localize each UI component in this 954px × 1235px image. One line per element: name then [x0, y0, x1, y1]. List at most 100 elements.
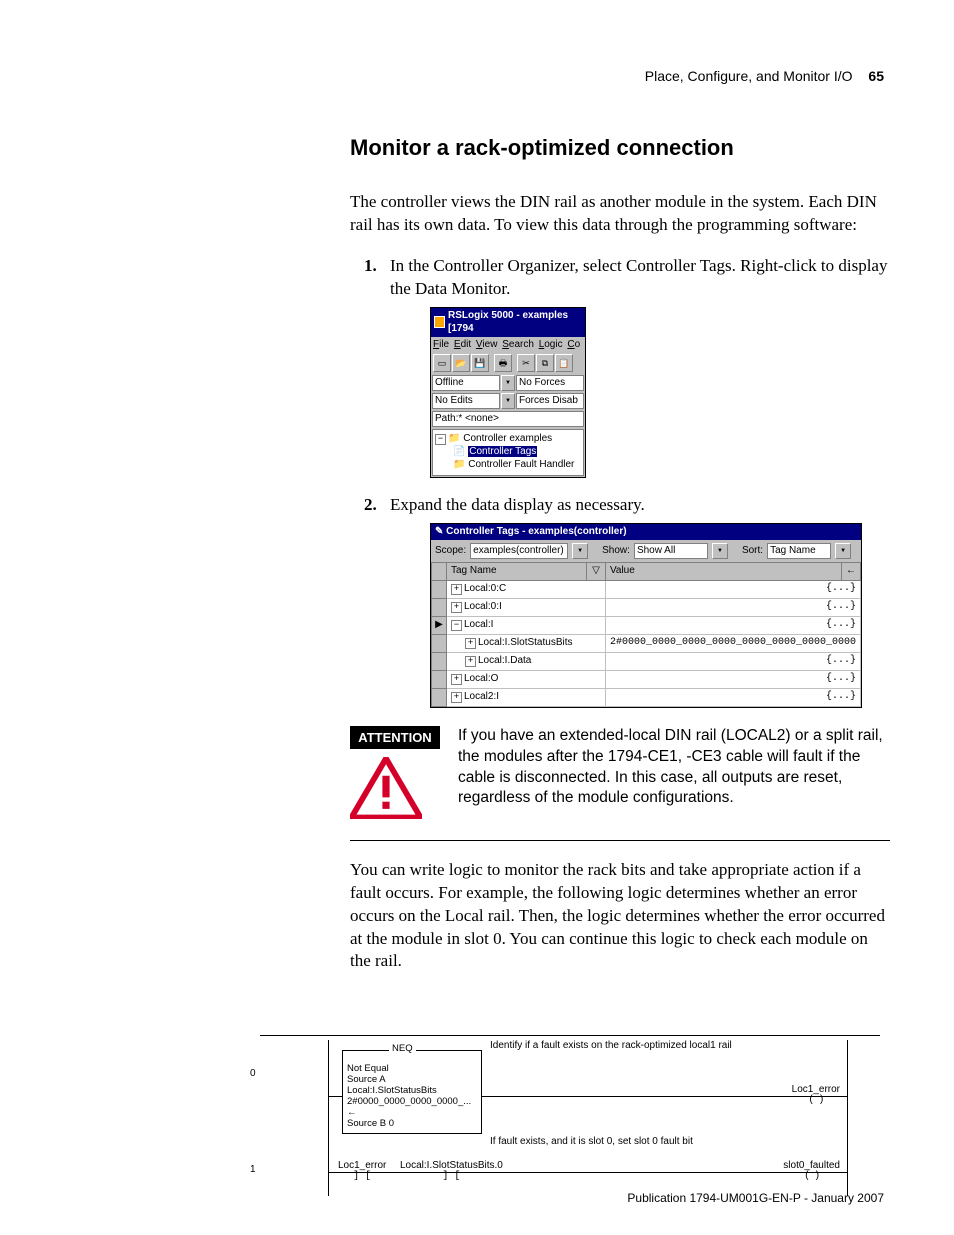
rung-0-number: 0 [250, 1068, 256, 1079]
table-row[interactable]: +Local:I.SlotStatusBits2#0000_0000_0000_… [432, 634, 861, 652]
col-sort-icon[interactable]: ▽ [586, 562, 605, 580]
rung-1-coil: slot0_faulted ( ) [783, 1160, 840, 1182]
show-field[interactable]: Show All [634, 543, 708, 559]
tool-cut-icon[interactable]: ✂ [517, 354, 535, 372]
rung-1-number: 1 [250, 1164, 256, 1175]
rung-1-comment: If fault exists, and it is slot 0, set s… [490, 1136, 693, 1147]
expand-icon[interactable]: − [451, 620, 462, 631]
rung-0: 0 Identify if a fault exists on the rack… [260, 1040, 880, 1136]
row-selector[interactable] [432, 652, 447, 670]
table-row[interactable]: ▶−Local:I{...} [432, 616, 861, 634]
rung-0-comment: Identify if a fault exists on the rack-o… [490, 1040, 732, 1051]
tags-table: Tag Name ▽ Value ← +Local:0:C{...}+Local… [431, 562, 861, 707]
tag-name-cell[interactable]: +Local:I.Data [447, 652, 606, 670]
menubar[interactable]: File Edit View Search Logic Co [431, 337, 585, 353]
ladder-diagram: 0 Identify if a fault exists on the rack… [260, 1035, 880, 1196]
rslogix-window: RSLogix 5000 - examples [1794 File Edit … [430, 307, 586, 479]
tool-paste-icon[interactable]: 📋 [555, 354, 573, 372]
attention-block: ATTENTION If you have an extended-local … [350, 726, 890, 824]
rung-1: 1 If fault exists, and it is slot 0, set… [260, 1136, 880, 1196]
col-lead [432, 562, 447, 580]
step-2: 2. Expand the data display as necessary.… [350, 494, 890, 707]
step-2-text: Expand the data display as necessary. [390, 495, 645, 514]
expand-icon[interactable]: + [451, 584, 462, 595]
warning-icon [350, 757, 422, 819]
tag-name-cell[interactable]: −Local:I [447, 616, 606, 634]
scope-field[interactable]: examples(controller) [470, 543, 568, 559]
section-title: Monitor a rack-optimized connection [350, 135, 890, 161]
intro-paragraph: The controller views the DIN rail as ano… [350, 191, 890, 237]
dropdown-icon[interactable]: ▼ [712, 543, 728, 559]
attention-text: If you have an extended-local DIN rail (… [458, 726, 890, 810]
sort-label: Sort: [742, 544, 763, 558]
tree-fault-handler[interactable]: 📁 Controller Fault Handler [435, 458, 581, 471]
tag-value-cell: {...} [605, 598, 860, 616]
col-tagname[interactable]: Tag Name [447, 562, 587, 580]
tool-new-icon[interactable]: ▭ [433, 354, 451, 372]
tag-name-cell[interactable]: +Local:O [447, 670, 606, 688]
tag-value-cell: {...} [605, 688, 860, 706]
menu-search[interactable]: Search [502, 339, 534, 350]
table-row[interactable]: +Local:0:C{...} [432, 580, 861, 598]
tag-name-cell[interactable]: +Local:0:C [447, 580, 606, 598]
dropdown-icon[interactable]: ▼ [501, 375, 515, 391]
row-selector[interactable] [432, 670, 447, 688]
tag-value-cell: 2#0000_0000_0000_0000_0000_0000_0000_000… [605, 634, 860, 652]
tag-name-cell[interactable]: +Local2:I [447, 688, 606, 706]
step-1: 1. In the Controller Organizer, select C… [350, 255, 890, 478]
menu-co[interactable]: Co [567, 339, 580, 350]
tag-name-cell[interactable]: +Local:I.SlotStatusBits [447, 634, 606, 652]
tool-copy-icon[interactable]: ⧉ [536, 354, 554, 372]
step-1-text: In the Controller Organizer, select Cont… [390, 256, 887, 298]
attention-label: ATTENTION [350, 726, 440, 749]
toolbar: ▭ 📂 💾 🖶 ✂ ⧉ 📋 [431, 352, 585, 374]
table-row[interactable]: +Local2:I{...} [432, 688, 861, 706]
tree-controller-tags[interactable]: 📄 Controller Tags [435, 445, 581, 458]
collapse-icon[interactable]: − [435, 434, 446, 445]
expand-icon[interactable]: + [465, 638, 476, 649]
sort-field[interactable]: Tag Name [767, 543, 831, 559]
tag-name-cell[interactable]: +Local:0:I [447, 598, 606, 616]
expand-icon[interactable]: + [465, 656, 476, 667]
dropdown-icon[interactable]: ▼ [572, 543, 588, 559]
expand-icon[interactable]: + [451, 692, 462, 703]
tags-window-title: ✎ Controller Tags - examples(controller) [431, 524, 861, 540]
row-selector[interactable] [432, 598, 447, 616]
neq-line-2: 2#0000_0000_0000_0000_... ← [347, 1097, 477, 1119]
dropdown-icon[interactable]: ▼ [835, 543, 851, 559]
post-attention-paragraph: You can write logic to monitor the rack … [350, 859, 890, 974]
table-row[interactable]: +Local:O{...} [432, 670, 861, 688]
step-1-number: 1. [364, 255, 377, 278]
col-scroll-icon[interactable]: ← [842, 562, 861, 580]
window-title: RSLogix 5000 - examples [1794 [448, 309, 582, 336]
tag-value-cell: {...} [605, 670, 860, 688]
controller-organizer-tree[interactable]: −📁 Controller examples 📄 Controller Tags… [432, 429, 584, 476]
table-row[interactable]: +Local:I.Data{...} [432, 652, 861, 670]
tool-print-icon[interactable]: 🖶 [494, 354, 512, 372]
menu-edit[interactable]: Edit [454, 339, 471, 350]
row-selector[interactable] [432, 634, 447, 652]
page-number: 65 [868, 68, 884, 84]
row-selector[interactable] [432, 688, 447, 706]
tool-save-icon[interactable]: 💾 [471, 354, 489, 372]
expand-icon[interactable]: + [451, 674, 462, 685]
tag-value-cell: {...} [605, 580, 860, 598]
menu-logic[interactable]: Logic [539, 339, 563, 350]
row-selector[interactable]: ▶ [432, 616, 447, 634]
running-header: Place, Configure, and Monitor I/O 65 [645, 68, 884, 84]
tree-root[interactable]: −📁 Controller examples [435, 432, 581, 445]
dropdown-icon[interactable]: ▼ [501, 393, 515, 409]
status-path: Path:* <none> [432, 411, 584, 427]
table-row[interactable]: +Local:0:I{...} [432, 598, 861, 616]
app-icon [434, 316, 445, 328]
menu-file[interactable]: File [433, 339, 449, 350]
expand-icon[interactable]: + [451, 602, 462, 613]
publication-footer: Publication 1794-UM001G-EN-P - January 2… [627, 1191, 884, 1205]
tool-open-icon[interactable]: 📂 [452, 354, 470, 372]
tag-value-cell: {...} [605, 616, 860, 634]
rung-0-coil: Loc1_error ( ) [792, 1084, 840, 1106]
scope-label: Scope: [435, 544, 466, 558]
row-selector[interactable] [432, 580, 447, 598]
menu-view[interactable]: View [476, 339, 498, 350]
col-value[interactable]: Value [605, 562, 841, 580]
